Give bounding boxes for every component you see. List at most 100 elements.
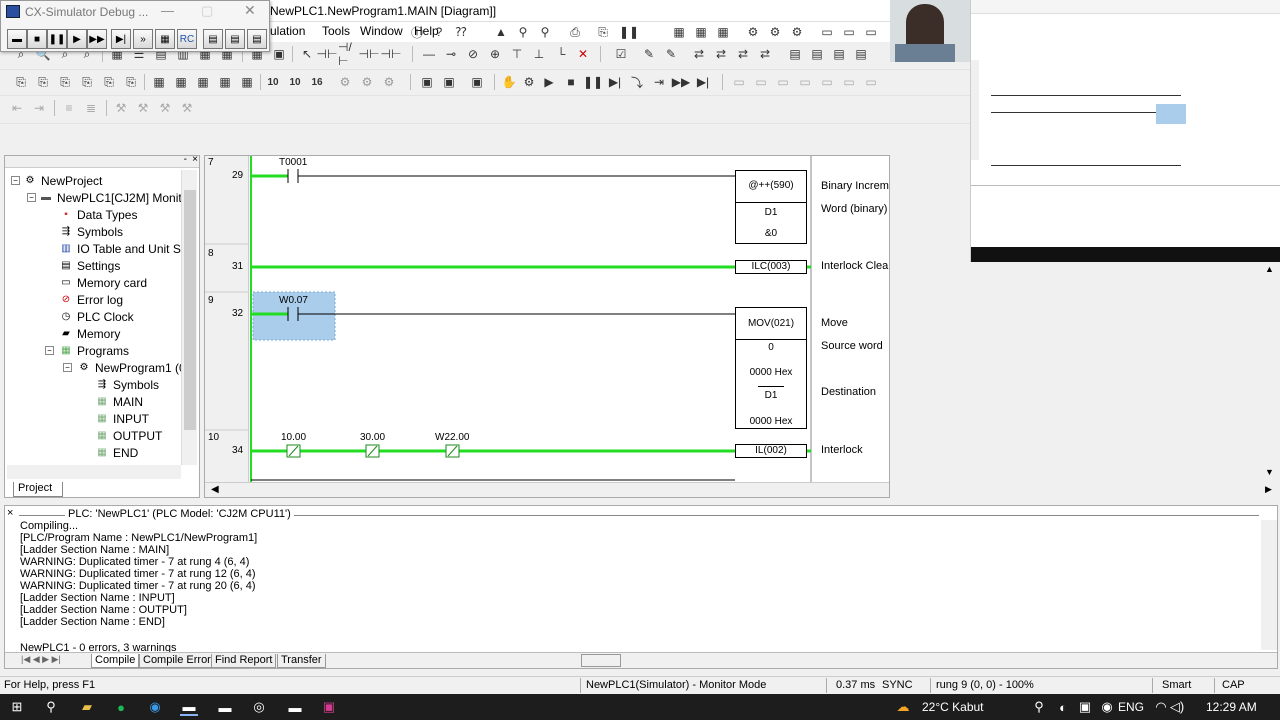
- app-m-icon[interactable]: ▣: [320, 698, 338, 716]
- tab-compile[interactable]: Compile: [91, 654, 140, 668]
- gray-tool-7[interactable]: ▭: [862, 73, 880, 91]
- wand-icon-3[interactable]: ⚒: [156, 99, 174, 117]
- sim-scan-button[interactable]: »: [133, 29, 153, 49]
- block-icon-4[interactable]: ▦: [216, 73, 234, 91]
- tree-item-io-table[interactable]: ▥ IO Table and Unit Se: [59, 240, 187, 257]
- tree-item-newprogram1[interactable]: ⚙ NewProgram1 (0: [77, 359, 186, 376]
- tree-item-data-types[interactable]: ▪ Data Types: [59, 206, 137, 223]
- wand-icon-1[interactable]: ⚒: [112, 99, 130, 117]
- instruction-il[interactable]: IL(002): [735, 444, 807, 458]
- gray-icon-3[interactable]: ⚙: [380, 73, 398, 91]
- close-panel-icon[interactable]: ×: [192, 154, 198, 165]
- gray-tool-5[interactable]: ▭: [818, 73, 836, 91]
- context-help-icon[interactable]: ⁇: [452, 23, 470, 41]
- address-ref-icon[interactable]: ▤: [852, 45, 870, 63]
- tile-icon[interactable]: ▭: [840, 23, 858, 41]
- close-output-icon[interactable]: ×: [7, 507, 13, 519]
- online-edit-icon[interactable]: ✎: [640, 45, 658, 63]
- transfer-edit-icon[interactable]: ⇄: [690, 45, 708, 63]
- tab-project[interactable]: Project: [13, 482, 63, 497]
- ladder-icon[interactable]: ⇄: [734, 45, 752, 63]
- tree-item-error-log[interactable]: ⊘ Error log: [59, 291, 123, 308]
- sim-icon-6[interactable]: ⎘: [122, 73, 140, 91]
- run-icon[interactable]: ⚙: [520, 73, 538, 91]
- tree-item-end[interactable]: ▦ END: [95, 444, 138, 461]
- view-icon-1[interactable]: ▣: [418, 73, 436, 91]
- gray-tool-2[interactable]: ▭: [752, 73, 770, 91]
- scan-run-icon[interactable]: ▶▶: [672, 73, 690, 91]
- list-icon[interactable]: ≣: [82, 99, 100, 117]
- tree-item-program-symbols[interactable]: ⇶ Symbols: [95, 376, 159, 393]
- windows-start-icon[interactable]: ⊞: [8, 698, 26, 716]
- align-icon[interactable]: ≡: [60, 99, 78, 117]
- window-icon[interactable]: ▭: [818, 23, 836, 41]
- menu-simulation[interactable]: ulation: [270, 24, 305, 38]
- tree-item-memory[interactable]: ▰ Memory: [59, 325, 120, 342]
- download-icon[interactable]: ⎘: [594, 23, 612, 41]
- sim-save-button[interactable]: ▤: [247, 29, 267, 49]
- project-hscroll[interactable]: [7, 465, 181, 479]
- tab-compile-error[interactable]: Compile Error: [139, 654, 215, 668]
- online-icon[interactable]: ⚲: [514, 23, 532, 41]
- tree-item-symbols[interactable]: ⇶ Symbols: [59, 223, 123, 240]
- view-icon-2[interactable]: ▣: [440, 73, 458, 91]
- vline-up-icon[interactable]: ⊥: [530, 45, 548, 63]
- maximize-icon[interactable]: ▢: [201, 3, 213, 19]
- tree-item-memory-card[interactable]: ▭ Memory card: [59, 274, 147, 291]
- online-sim-icon[interactable]: ⚲: [536, 23, 554, 41]
- tree-item-plc-clock[interactable]: ◷ PLC Clock: [59, 308, 134, 325]
- sim-open-button[interactable]: ▬: [7, 29, 27, 49]
- close-icon[interactable]: ✕: [244, 2, 256, 19]
- coil-nc-icon[interactable]: ⊘: [464, 45, 482, 63]
- tray-icon-2[interactable]: ◐: [1054, 698, 1072, 716]
- wand-icon-2[interactable]: ⚒: [134, 99, 152, 117]
- tree-item-settings[interactable]: ▤ Settings: [59, 257, 120, 274]
- contact-or-icon[interactable]: ⊣⊢: [359, 45, 380, 63]
- sim-run-button[interactable]: ▶: [67, 29, 87, 49]
- block-icon-2[interactable]: ▦: [172, 73, 190, 91]
- sim-icon-5[interactable]: ⎘: [100, 73, 118, 91]
- clock-time[interactable]: 12:29 AM: [1206, 700, 1257, 714]
- scroll-down-icon[interactable]: ▼: [1265, 467, 1274, 477]
- tray-icon-4[interactable]: ◉: [1098, 698, 1116, 716]
- instruction-increment[interactable]: @++(590) D1 &0: [735, 170, 807, 244]
- st-icon[interactable]: ⇄: [756, 45, 774, 63]
- debug-mode-icon[interactable]: ▦: [692, 23, 710, 41]
- expand-program1[interactable]: −: [63, 363, 72, 372]
- tab-nav-icon[interactable]: |◀ ◀ ▶ ▶|: [21, 654, 61, 665]
- warning-icon[interactable]: ▲: [492, 23, 510, 41]
- language-indicator[interactable]: ENG: [1118, 700, 1144, 714]
- tray-icon-1[interactable]: ⚲: [1030, 698, 1048, 716]
- select-icon[interactable]: ↖: [298, 45, 316, 63]
- force-icon[interactable]: ⚙: [766, 23, 784, 41]
- help-icon[interactable]: ?: [430, 23, 448, 41]
- block-icon-5[interactable]: ▦: [238, 73, 256, 91]
- base-16-icon[interactable]: 16: [308, 73, 326, 91]
- tree-item-output[interactable]: ▦ OUTPUT: [95, 427, 162, 444]
- smart-input-icon[interactable]: ☑: [612, 45, 630, 63]
- expand-programs[interactable]: −: [45, 346, 54, 355]
- weather-icon[interactable]: ☁: [894, 698, 912, 716]
- step-end-icon[interactable]: ▶|: [694, 73, 712, 91]
- sim-rc2-button[interactable]: RC: [177, 29, 197, 49]
- breakpoint-icon[interactable]: ✋: [500, 73, 518, 91]
- outdent-icon[interactable]: ⇥: [30, 99, 48, 117]
- base-10s-icon[interactable]: 10: [286, 73, 304, 91]
- info-icon[interactable]: ⓘ: [408, 23, 426, 41]
- sim-step-button[interactable]: ▶▶: [87, 29, 107, 49]
- play-icon[interactable]: ▶: [540, 73, 558, 91]
- app-icon[interactable]: ▬: [286, 698, 304, 716]
- tree-item-programs[interactable]: ▦ Programs: [59, 342, 129, 359]
- sim-rc-button[interactable]: ▦: [155, 29, 175, 49]
- sim-pause-button[interactable]: ❚❚: [47, 29, 67, 49]
- memory-view-icon[interactable]: ▤: [786, 45, 804, 63]
- pause-icon[interactable]: ❚❚: [619, 23, 639, 41]
- tree-item-main[interactable]: ▦ MAIN: [95, 393, 143, 410]
- delete-icon[interactable]: ✕: [574, 45, 592, 63]
- weather-text[interactable]: 22°C Kabut: [922, 700, 984, 714]
- step-in-icon[interactable]: ⤵: [628, 73, 646, 91]
- project-vscroll[interactable]: [181, 170, 197, 465]
- output-hscroll[interactable]: [581, 654, 621, 667]
- transfer-icon[interactable]: ⎙: [566, 23, 584, 41]
- scroll-left-icon[interactable]: ◀: [211, 484, 219, 495]
